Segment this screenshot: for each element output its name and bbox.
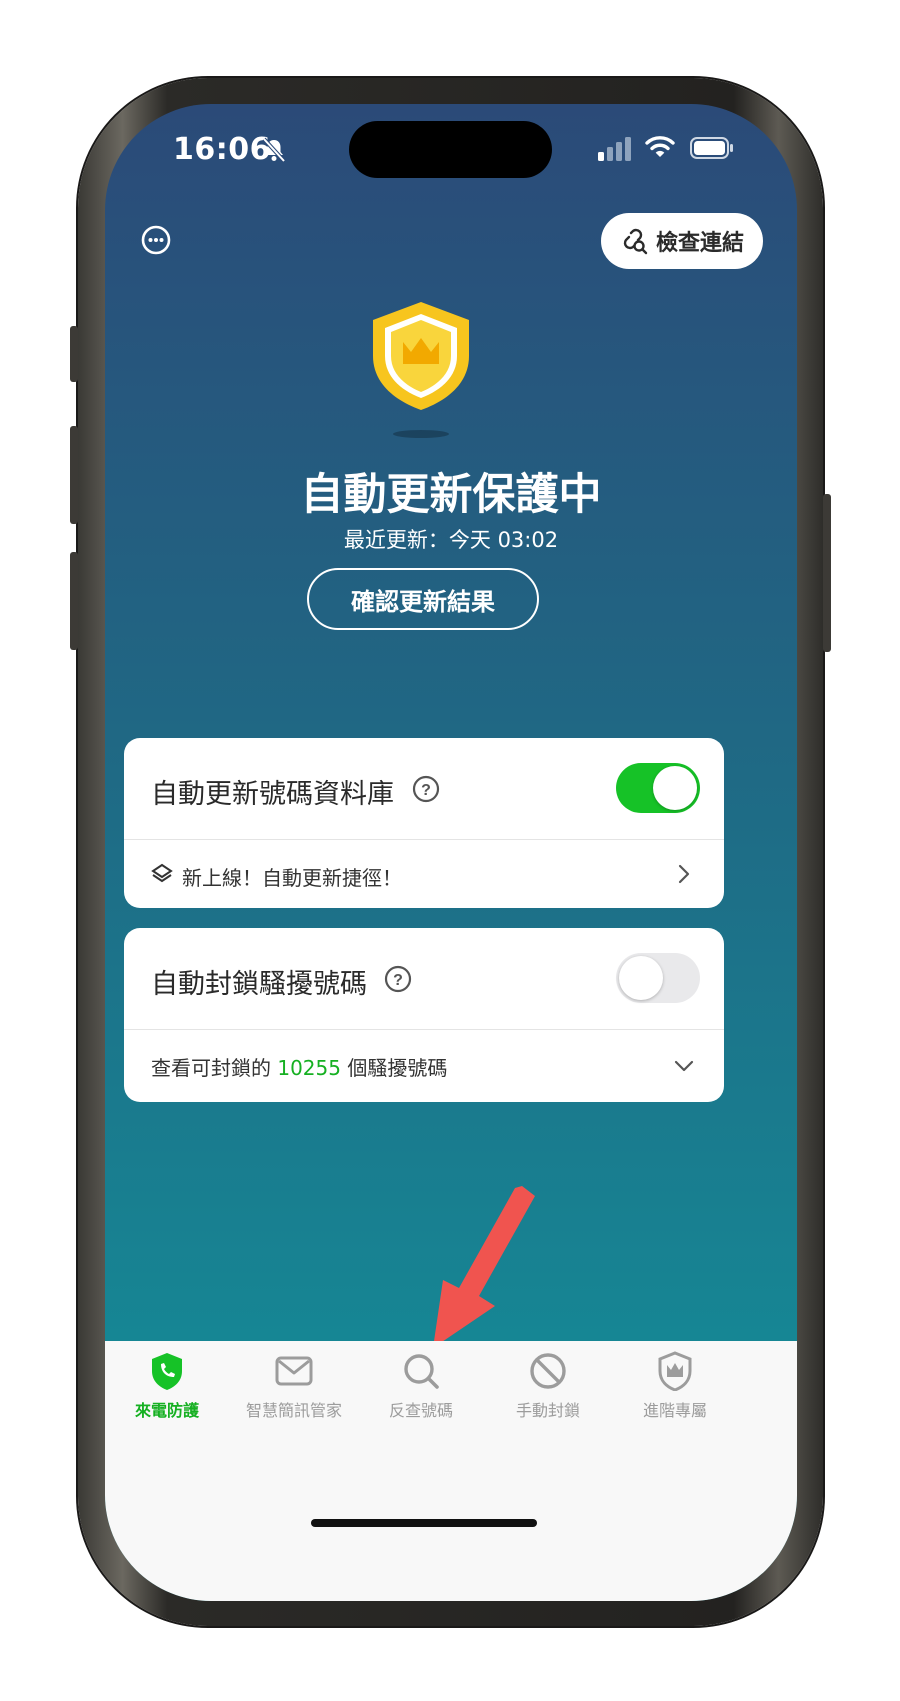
tab-manual-block[interactable]: 手動封鎖 — [479, 1351, 617, 1421]
auto-update-toggle[interactable] — [616, 763, 700, 813]
auto-update-card: 自動更新號碼資料庫 ? 新上線！自動更新捷徑！ — [124, 738, 724, 908]
tab-label: 智慧簡訊管家 — [245, 1401, 342, 1420]
help-icon[interactable]: ? — [412, 775, 440, 803]
toggle-knob — [619, 956, 663, 1000]
auto-block-title: 自動封鎖騷擾號碼 — [151, 969, 367, 1000]
tab-label: 來電防護 — [134, 1401, 199, 1420]
tab-label: 反查號碼 — [388, 1401, 453, 1420]
svg-text:?: ? — [421, 782, 431, 799]
bottom-tab-bar: 來電防護 智慧簡訊管家 反查號碼 手動封鎖 進階專屬 — [105, 1341, 797, 1601]
help-icon[interactable]: ? — [384, 965, 412, 993]
layers-icon — [151, 863, 173, 883]
toggle-knob — [653, 766, 697, 810]
cellular-signal-icon — [598, 137, 631, 161]
check-link-label: 檢查連結 — [655, 231, 744, 256]
blockable-count-text: 查看可封鎖的 10255 個騷擾號碼 — [151, 1052, 447, 1081]
shortcut-promo-text: 新上線！自動更新捷徑！ — [182, 866, 402, 890]
tab-label: 進階專屬 — [642, 1401, 707, 1420]
count-prefix: 查看可封鎖的 — [151, 1056, 271, 1080]
dynamic-island — [349, 121, 552, 178]
phone-shield-icon — [152, 1353, 182, 1390]
tab-premium[interactable]: 進階專屬 — [606, 1351, 744, 1421]
crown-shield-icon — [658, 1351, 692, 1391]
blockable-count: 10255 — [277, 1056, 341, 1080]
tab-sms-manager[interactable]: 智慧簡訊管家 — [225, 1351, 363, 1421]
shield-shadow — [393, 430, 449, 438]
power-button — [823, 494, 831, 652]
volume-up-button — [70, 426, 78, 524]
envelope-icon — [275, 1356, 313, 1386]
count-suffix: 個騷擾號碼 — [347, 1056, 448, 1080]
tab-call-protection[interactable]: 來電防護 — [105, 1351, 236, 1421]
auto-update-title: 自動更新號碼資料庫 — [151, 779, 394, 810]
last-update-text: 最近更新：今天 03:02 — [343, 528, 559, 552]
block-icon — [530, 1353, 566, 1389]
protection-status-title: 自動更新保護中 — [300, 470, 602, 520]
search-icon — [404, 1354, 439, 1389]
confirm-update-button[interactable]: 確認更新結果 — [307, 568, 539, 630]
crown-shield-logo-icon — [373, 302, 469, 410]
link-search-icon — [623, 228, 648, 255]
auto-block-card: 自動封鎖騷擾號碼 ? 查看可封鎖的 10255 個騷擾號碼 — [124, 928, 724, 1102]
app-screen: 16:06 檢查連結 自動更新保護中 最近更新：今天 03:02 確認更新結果 … — [105, 104, 797, 1601]
action-button — [70, 326, 78, 382]
check-link-button[interactable]: 檢查連結 — [601, 213, 763, 269]
blockable-numbers-row[interactable]: 查看可封鎖的 10255 個騷擾號碼 — [124, 1030, 724, 1102]
bell-slash-icon — [262, 137, 286, 163]
auto-block-toggle[interactable] — [616, 953, 700, 1003]
auto-update-row: 自動更新號碼資料庫 ? — [124, 738, 724, 840]
status-time: 16:06 — [173, 132, 271, 167]
svg-text:?: ? — [393, 972, 403, 989]
chevron-down-icon — [674, 1060, 694, 1072]
wifi-icon — [645, 136, 675, 157]
more-options-icon[interactable] — [141, 225, 171, 255]
chevron-right-icon — [678, 864, 690, 884]
home-indicator[interactable] — [311, 1519, 537, 1527]
shortcut-promo-row[interactable]: 新上線！自動更新捷徑！ — [124, 840, 724, 908]
auto-block-row: 自動封鎖騷擾號碼 ? — [124, 928, 724, 1030]
tab-reverse-lookup[interactable]: 反查號碼 — [352, 1351, 490, 1421]
volume-down-button — [70, 552, 78, 650]
annotation-arrow-icon — [433, 1186, 535, 1348]
tab-label: 手動封鎖 — [515, 1401, 580, 1420]
battery-icon — [690, 137, 733, 159]
